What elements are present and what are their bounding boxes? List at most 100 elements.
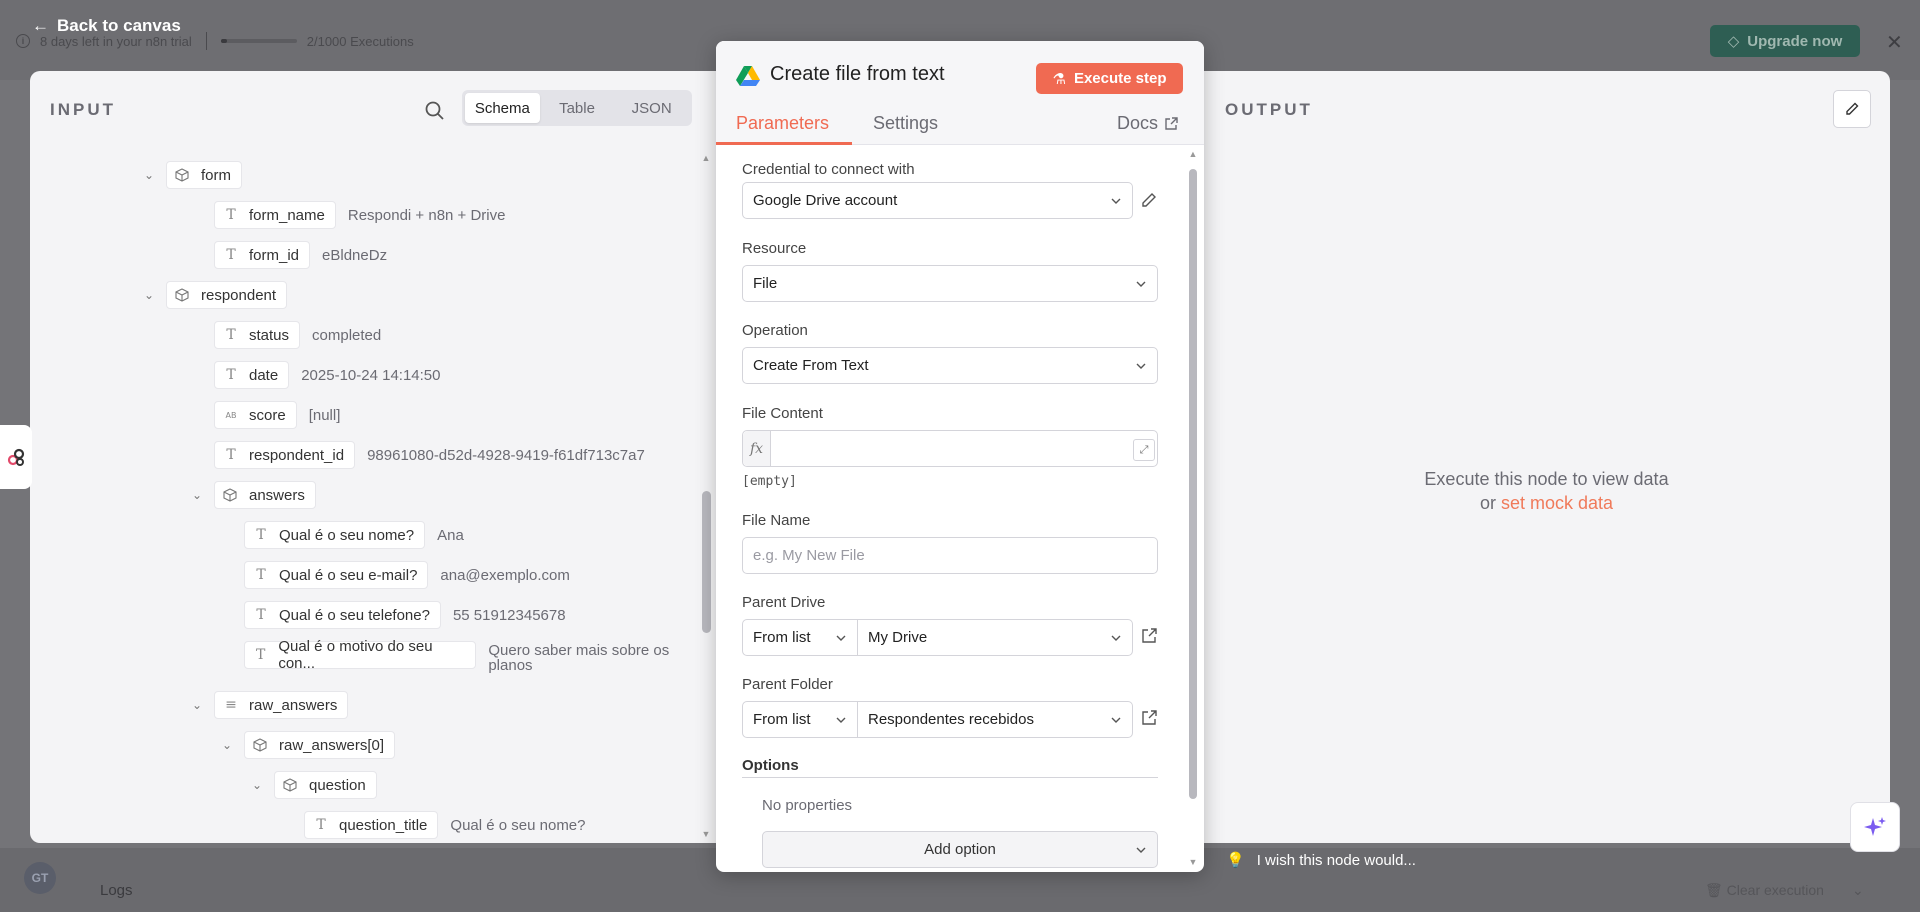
parent-drive-select[interactable]: My Drive xyxy=(857,619,1133,656)
credential-select[interactable]: Google Drive account xyxy=(742,182,1133,219)
execute-step-button[interactable]: ⚗ Execute step xyxy=(1036,63,1183,94)
schema-row: T Qual é o motivo do seu con... Quero sabe… xyxy=(244,638,690,673)
node-scrollbar[interactable]: ▲ ▼ xyxy=(1188,149,1198,869)
logs-label[interactable]: Logs xyxy=(100,882,133,899)
input-scrollbar[interactable]: ▲ ▼ xyxy=(701,153,711,841)
set-mock-data-link[interactable]: set mock data xyxy=(1501,493,1613,513)
scrollbar-thumb[interactable] xyxy=(702,491,711,633)
schema-field-pill[interactable]: T Qual é o seu telefone? xyxy=(244,601,441,629)
schema-field-pill[interactable]: Trespondent_id xyxy=(214,441,356,469)
parent-folder-value: Respondentes recebidos xyxy=(868,711,1034,728)
operation-select[interactable]: Create From Text xyxy=(742,347,1158,384)
scroll-up-icon[interactable]: ▲ xyxy=(1188,149,1198,159)
pencil-icon[interactable] xyxy=(1140,191,1158,209)
schema-field-pill[interactable]: T Qual é o motivo do seu con... xyxy=(244,638,477,672)
file-name-input[interactable]: e.g. My New File xyxy=(742,537,1158,574)
clear-execution-button[interactable]: 🗑 Clear execution xyxy=(1705,882,1824,899)
schema-field-pill[interactable]: raw_answers[0] xyxy=(244,731,396,759)
parent-folder-mode-select[interactable]: From list xyxy=(742,701,858,738)
executions-count: 2/1000 Executions xyxy=(306,33,414,49)
chevron-down-icon[interactable]: ⌄ xyxy=(220,738,234,752)
search-icon[interactable] xyxy=(424,100,446,122)
field-key: respondent xyxy=(201,286,277,304)
scroll-down-icon[interactable]: ▼ xyxy=(701,829,711,839)
tab-table[interactable]: Table xyxy=(540,93,615,123)
avatar[interactable]: GT xyxy=(24,862,56,894)
output-panel: OUTPUT Execute this node to view data or… xyxy=(1203,71,1890,843)
webhook-icon[interactable] xyxy=(0,425,32,489)
null-type-icon: AB xyxy=(225,410,237,420)
schema-field-pill[interactable]: Tform_name xyxy=(214,201,336,229)
object-icon xyxy=(175,168,189,182)
object-icon xyxy=(175,288,189,302)
field-key: form xyxy=(201,166,231,184)
field-key: Qual é o seu nome? xyxy=(279,526,415,544)
chevron-down-icon[interactable]: ⌄ xyxy=(142,288,156,302)
field-key: raw_answers[0] xyxy=(279,736,385,754)
expand-icon[interactable]: ⤢ xyxy=(1133,439,1155,461)
active-tab-indicator xyxy=(716,142,852,145)
close-icon[interactable]: ✕ xyxy=(1886,30,1903,55)
schema-row: Tquestion_title Qual é o seu nome? xyxy=(304,811,586,839)
schema-field-pill[interactable]: respondent xyxy=(166,281,288,309)
field-value: eBldneDz xyxy=(322,246,388,264)
credential-value: Google Drive account xyxy=(753,192,898,209)
resource-select[interactable]: File xyxy=(742,265,1158,302)
clear-execution-label: Clear execution xyxy=(1726,882,1824,898)
list-icon: ≡ xyxy=(225,697,237,713)
schema-field-pill[interactable]: Tstatus xyxy=(214,321,301,349)
edit-output-button[interactable] xyxy=(1833,90,1871,128)
file-name-label: File Name xyxy=(742,512,811,529)
ai-assistant-button[interactable] xyxy=(1850,802,1900,852)
tab-settings[interactable]: Settings xyxy=(873,113,938,134)
schema-field-pill[interactable]: Tdate xyxy=(214,361,290,389)
object-icon xyxy=(253,738,267,752)
chevron-down-icon xyxy=(1136,363,1146,369)
add-option-button[interactable]: Add option xyxy=(762,831,1158,868)
schema-field-pill[interactable]: ≡ raw_answers xyxy=(214,691,349,719)
chevron-down-icon[interactable]: ⌄ xyxy=(250,778,264,792)
tab-json[interactable]: JSON xyxy=(614,93,689,123)
scroll-down-icon[interactable]: ▼ xyxy=(1188,857,1198,867)
schema-field-pill[interactable]: Tquestion_title xyxy=(304,811,439,839)
field-key: raw_answers xyxy=(249,696,338,714)
file-content-input[interactable]: fx ⤢ xyxy=(742,430,1158,467)
upgrade-button[interactable]: ◇ Upgrade now xyxy=(1710,25,1860,57)
tab-parameters[interactable]: Parameters xyxy=(736,113,829,134)
external-link-icon[interactable] xyxy=(1140,709,1158,727)
back-to-canvas-button[interactable]: ← Back to canvas xyxy=(32,16,181,36)
scrollbar-thumb[interactable] xyxy=(1189,169,1197,799)
chevron-down-icon[interactable]: ⌄ xyxy=(190,488,204,502)
schema-row: Tform_id eBldneDz xyxy=(214,241,387,269)
parent-folder-mode: From list xyxy=(753,711,811,728)
schema-row: ⌄ answers xyxy=(190,481,316,509)
node-title[interactable]: Create file from text xyxy=(770,63,945,86)
scroll-up-icon[interactable]: ▲ xyxy=(701,153,711,163)
parent-drive-mode-select[interactable]: From list xyxy=(742,619,858,656)
schema-row: Tform_name Respondi + n8n + Drive xyxy=(214,201,505,229)
parent-drive-mode: From list xyxy=(753,629,811,646)
schema-field-pill[interactable]: answers xyxy=(214,481,316,509)
schema-field-pill[interactable]: form xyxy=(166,161,242,189)
field-value: Ana xyxy=(437,526,464,544)
schema-field-pill[interactable]: AB score xyxy=(214,401,297,429)
chevron-down-icon[interactable]: ⌄ xyxy=(142,168,156,182)
feedback-prompt[interactable]: 💡 I wish this node would... xyxy=(1226,851,1416,870)
schema-field-pill[interactable]: T Qual é o seu e-mail? xyxy=(244,561,429,589)
docs-link[interactable]: Docs xyxy=(1117,113,1178,134)
schema-field-pill[interactable]: T Qual é o seu nome? xyxy=(244,521,426,549)
chevron-down-icon[interactable]: ⌄ xyxy=(190,698,204,712)
parent-drive-value: My Drive xyxy=(868,629,928,646)
collapse-icon[interactable]: ⌄ xyxy=(1852,882,1864,899)
input-title: INPUT xyxy=(50,100,116,119)
parent-folder-select[interactable]: Respondentes recebidos xyxy=(857,701,1133,738)
schema-field-pill[interactable]: question xyxy=(274,771,377,799)
external-link-icon[interactable] xyxy=(1140,627,1158,645)
object-icon xyxy=(223,488,237,502)
schema-field-pill[interactable]: Tform_id xyxy=(214,241,311,269)
text-type-icon: T xyxy=(255,647,266,663)
field-key: answers xyxy=(249,486,305,504)
schema-row: Tstatus completed xyxy=(214,321,381,349)
chevron-down-icon xyxy=(1136,847,1146,853)
tab-schema[interactable]: Schema xyxy=(465,93,540,123)
